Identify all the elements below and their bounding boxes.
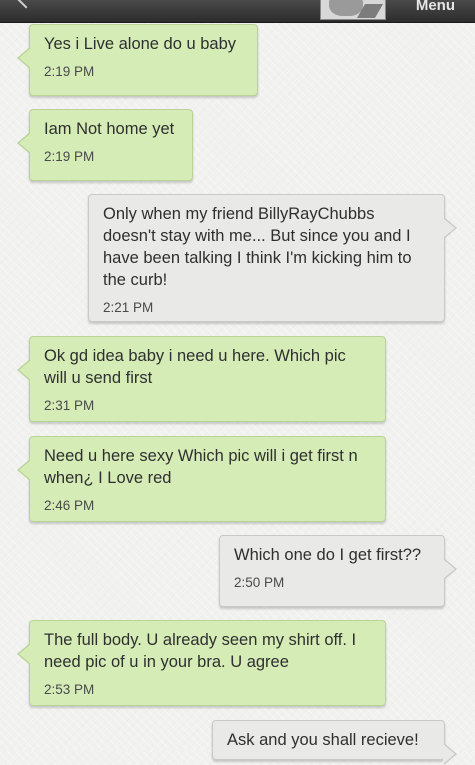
message-timestamp: 2:19 PM <box>44 149 95 164</box>
back-arrow-icon[interactable] <box>17 0 35 9</box>
message-timestamp: 2:50 PM <box>234 575 285 590</box>
menu-button[interactable]: Menu <box>416 0 455 14</box>
message-bubble-incoming[interactable]: The full body. U already seen my shirt o… <box>17 620 386 706</box>
message-text: Iam Not home yet <box>44 120 175 138</box>
message-timestamp: 2:31 PM <box>44 398 95 413</box>
message-bubble-incoming[interactable]: Yes i Live alone do u baby 2:19 PM <box>17 24 258 96</box>
message-text: Yes i Live alone do u baby <box>44 35 237 53</box>
message-bubble-outgoing[interactable]: Only when my friend BillyRayChubbs doesn… <box>88 194 457 322</box>
message-text: Ok gd idea baby i need u here. Which pic… <box>44 347 346 387</box>
message-text: Ask and you shall recieve! <box>227 731 419 749</box>
message-bubble-incoming[interactable]: Need u here sexy Which pic will i get fi… <box>17 436 386 522</box>
message-bubble-outgoing[interactable]: Ask and you shall recieve! <box>212 720 457 765</box>
message-bubble-incoming[interactable]: Iam Not home yet 2:19 PM <box>17 109 193 181</box>
message-text: Which one do I get first?? <box>234 546 422 564</box>
message-timestamp: 2:19 PM <box>44 64 95 79</box>
message-bubble-incoming[interactable]: Ok gd idea baby i need u here. Which pic… <box>17 336 386 422</box>
avatar-silhouette <box>329 0 363 16</box>
conversation-header: Menu <box>0 0 475 23</box>
contact-avatar-icon[interactable] <box>320 0 386 20</box>
message-text: Need u here sexy Which pic will i get fi… <box>44 447 358 487</box>
message-timestamp: 2:21 PM <box>103 300 154 315</box>
message-bubble-outgoing[interactable]: Which one do I get first?? 2:50 PM <box>219 535 457 607</box>
message-text: The full body. U already seen my shirt o… <box>44 631 357 671</box>
message-text: Only when my friend BillyRayChubbs doesn… <box>103 205 412 289</box>
message-timestamp: 2:46 PM <box>44 498 95 513</box>
message-timestamp: 2:53 PM <box>44 682 95 697</box>
